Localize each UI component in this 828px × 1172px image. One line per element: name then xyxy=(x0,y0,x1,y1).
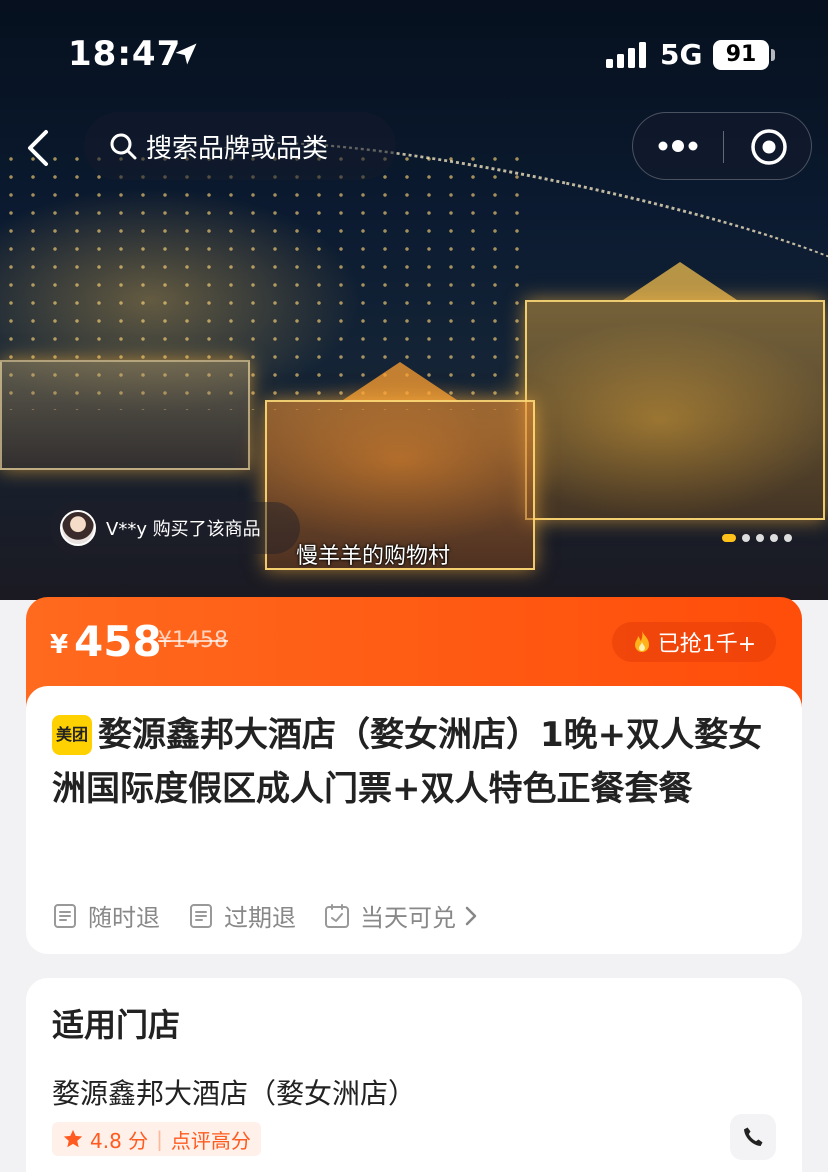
carousel-dot xyxy=(742,534,750,542)
network-type: 5G xyxy=(660,38,703,71)
phone-icon xyxy=(744,1127,763,1146)
fire-icon xyxy=(634,631,649,652)
status-time: 18:47 xyxy=(68,34,182,74)
product-title-block: 美团 婺源鑫邦大酒店（婺女洲店）1晚+双人婺女洲国际度假区成人门票+双人特色正餐套… xyxy=(52,708,782,816)
original-price: ¥1458 xyxy=(158,628,228,653)
product-info-card: 美团 婺源鑫邦大酒店（婺女洲店）1晚+双人婺女洲国际度假区成人门票+双人特色正餐套… xyxy=(26,686,802,954)
policy-label: 随时退 xyxy=(88,904,160,932)
document-icon xyxy=(190,903,212,928)
building-right xyxy=(525,300,825,520)
close-target-icon[interactable] xyxy=(749,127,789,167)
signal-icon xyxy=(606,42,646,68)
banner-caption: 慢羊羊的购物村 xyxy=(296,544,451,569)
search-input[interactable]: 搜索品牌或品类 xyxy=(84,112,396,180)
document-icon xyxy=(54,903,76,928)
call-button[interactable] xyxy=(730,1114,776,1160)
sold-count-badge: 已抢1千+ xyxy=(612,622,776,662)
carousel-dot-active xyxy=(722,534,736,542)
calendar-check-icon xyxy=(325,903,349,928)
section-heading: 适用门店 xyxy=(52,1006,181,1044)
rating-tag: 点评高分 xyxy=(170,1128,251,1153)
meituan-logo: 美团 xyxy=(52,715,92,755)
capsule-divider xyxy=(723,131,724,163)
carousel-dot xyxy=(756,534,764,542)
rating-divider: | xyxy=(156,1127,163,1151)
recent-buyer-pill: V**y 购买了该商品 xyxy=(50,502,300,554)
policy-same-day: 当天可兑 xyxy=(324,898,480,933)
star-icon xyxy=(63,1129,83,1148)
search-placeholder: 搜索品牌或品类 xyxy=(146,133,329,164)
store-name[interactable]: 婺源鑫邦大酒店（婺女洲店） xyxy=(52,1072,416,1112)
policy-label: 过期退 xyxy=(224,904,296,932)
avatar xyxy=(60,510,96,546)
roof-right xyxy=(620,262,740,302)
roof-center xyxy=(340,362,460,402)
rating-score: 4.8 分 xyxy=(90,1128,149,1153)
applicable-store-card: 适用门店 婺源鑫邦大酒店（婺女洲店） 4.8 分 | 点评高分 xyxy=(26,978,802,1172)
product-title: 婺源鑫邦大酒店（婺女洲店）1晚+双人婺女洲国际度假区成人门票+双人特色正餐套餐 xyxy=(52,715,763,809)
carousel-indicator[interactable] xyxy=(722,534,792,542)
rating-badge: 4.8 分 | 点评高分 xyxy=(52,1122,261,1156)
recent-buyer-text: V**y 购买了该商品 xyxy=(106,519,261,540)
mini-program-capsule xyxy=(632,112,812,180)
more-icon[interactable] xyxy=(655,135,701,157)
carousel-dot xyxy=(770,534,778,542)
policy-label: 当天可兑 xyxy=(360,904,456,932)
policy-refund-expired: 过期退 xyxy=(188,898,296,933)
battery-icon: 91 xyxy=(713,40,769,70)
status-bar: 18:47 5G 91 xyxy=(0,0,828,100)
carousel-dot xyxy=(784,534,792,542)
hero-banner[interactable]: 18:47 5G 91 搜索品牌或品类 V**y 购买了该商品 慢羊羊的购物村 xyxy=(0,0,828,600)
chevron-right-icon xyxy=(465,906,477,925)
policy-refund-anytime: 随时退 xyxy=(52,898,160,933)
policy-row[interactable]: 随时退 过期退 当天可兑 xyxy=(52,898,508,933)
location-arrow-icon xyxy=(175,43,197,65)
building-left xyxy=(0,360,250,470)
battery-cap xyxy=(771,49,775,61)
currency-symbol: ¥ xyxy=(50,630,69,660)
sold-count: 已抢1千+ xyxy=(657,632,757,657)
search-icon xyxy=(110,133,137,160)
back-button[interactable] xyxy=(18,124,62,172)
current-price: 458 xyxy=(74,617,162,666)
